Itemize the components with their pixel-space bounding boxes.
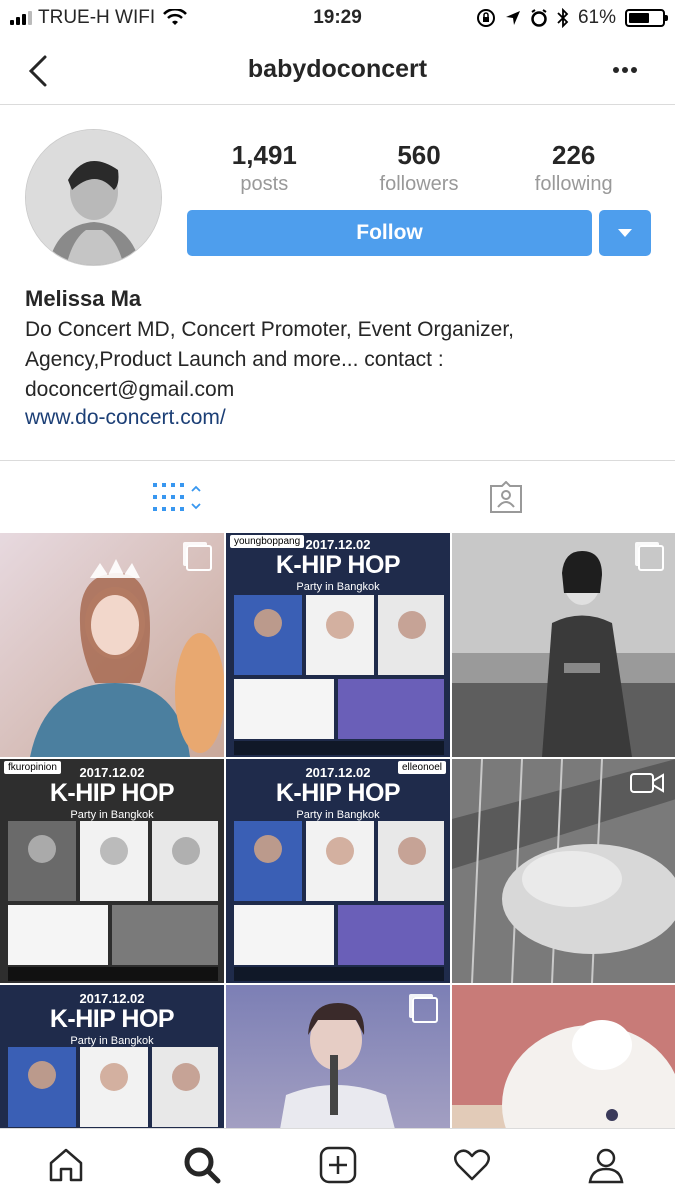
multi-image-icon bbox=[638, 545, 664, 571]
stat-followers-label: followers bbox=[379, 173, 459, 195]
add-post-icon[interactable] bbox=[318, 1145, 358, 1185]
grid-view-icon bbox=[153, 483, 201, 511]
poster-date: 2017.12.02 bbox=[79, 991, 145, 1006]
battery-icon bbox=[625, 9, 668, 27]
orientation-lock-icon bbox=[476, 9, 495, 27]
post-thumbnail[interactable]: fkuropinion 2017.12.02 K-HIP HOP Party i… bbox=[0, 759, 224, 983]
avatar[interactable] bbox=[25, 129, 162, 266]
profile-tabs bbox=[0, 460, 675, 533]
post-thumbnail[interactable] bbox=[452, 533, 675, 757]
stat-following-value: 226 bbox=[551, 140, 596, 170]
poster-date: 2017.12.02 bbox=[79, 765, 145, 780]
posts-grid: youngboppang 2017.12.02 K-HIP HOP Party … bbox=[0, 533, 675, 1128]
status-right: 61% bbox=[476, 7, 668, 29]
home-icon[interactable] bbox=[46, 1145, 86, 1185]
poster-subtitle: Party in Bangkok bbox=[296, 581, 380, 593]
suggested-dropdown-button[interactable] bbox=[599, 210, 651, 256]
poster-subtitle: Party in Bangkok bbox=[70, 809, 154, 821]
post-thumbnail[interactable]: 2017.12.02 K-HIP HOP Party in Bangkok bbox=[0, 985, 224, 1128]
poster-date: 2017.12.02 bbox=[305, 765, 371, 780]
poster-headline: K-HIP HOP bbox=[275, 551, 401, 579]
profile-username-title: babydoconcert bbox=[247, 55, 428, 83]
profile-stats: 1,491 posts 560 followers 226 following bbox=[187, 140, 651, 196]
battery-percent: 61% bbox=[577, 7, 616, 28]
poster-subtitle: Party in Bangkok bbox=[296, 809, 380, 821]
post-thumbnail[interactable]: elleonoel 2017.12.02 K-HIP HOP Party in … bbox=[226, 759, 450, 983]
profile-website-link[interactable]: www.do-concert.com/ bbox=[25, 406, 226, 430]
profile-bio: Do Concert MD, Concert Promoter, Event O… bbox=[25, 318, 515, 401]
status-bar: TRUE-H WIFI 19:29 61% bbox=[0, 0, 675, 36]
location-icon bbox=[505, 11, 520, 25]
stat-posts-value: 1,491 bbox=[231, 140, 297, 170]
tab-tagged[interactable] bbox=[338, 461, 675, 533]
post-image bbox=[452, 985, 675, 1128]
tab-grid[interactable] bbox=[0, 461, 337, 533]
post-thumbnail[interactable]: youngboppang 2017.12.02 K-HIP HOP Party … bbox=[226, 533, 450, 757]
multi-image-icon bbox=[412, 997, 438, 1023]
avatar-photo bbox=[26, 130, 161, 265]
alarm-icon bbox=[531, 9, 547, 27]
nav-bar: babydoconcert bbox=[0, 36, 675, 105]
stat-posts[interactable]: 1,491 posts bbox=[187, 140, 342, 196]
follow-button[interactable]: Follow bbox=[187, 210, 592, 256]
video-icon bbox=[630, 773, 664, 793]
profile-name: Melissa Ma bbox=[25, 286, 142, 311]
search-icon[interactable] bbox=[182, 1145, 222, 1185]
poster-headline: K-HIP HOP bbox=[49, 779, 175, 807]
stat-following[interactable]: 226 following bbox=[496, 140, 651, 196]
bottom-tab-bar bbox=[0, 1128, 675, 1201]
post-thumbnail[interactable] bbox=[0, 533, 224, 757]
multi-image-icon bbox=[186, 545, 212, 571]
poster-headline: K-HIP HOP bbox=[49, 1005, 175, 1033]
stat-following-label: following bbox=[534, 173, 613, 195]
post-thumbnail[interactable] bbox=[452, 759, 675, 983]
heart-icon[interactable] bbox=[452, 1145, 492, 1185]
post-thumbnail[interactable] bbox=[452, 985, 675, 1128]
stat-followers[interactable]: 560 followers bbox=[342, 140, 497, 196]
profile-icon[interactable] bbox=[586, 1145, 626, 1185]
more-dots-icon[interactable] bbox=[612, 66, 638, 74]
poster-headline: K-HIP HOP bbox=[275, 779, 401, 807]
tagged-photos-icon bbox=[490, 481, 522, 513]
bluetooth-icon bbox=[557, 8, 569, 28]
stat-posts-label: posts bbox=[240, 173, 289, 195]
post-thumbnail[interactable] bbox=[226, 985, 450, 1128]
poster-subtitle: Party in Bangkok bbox=[70, 1035, 154, 1047]
poster-date: 2017.12.02 bbox=[305, 537, 371, 552]
stat-followers-value: 560 bbox=[397, 140, 441, 170]
